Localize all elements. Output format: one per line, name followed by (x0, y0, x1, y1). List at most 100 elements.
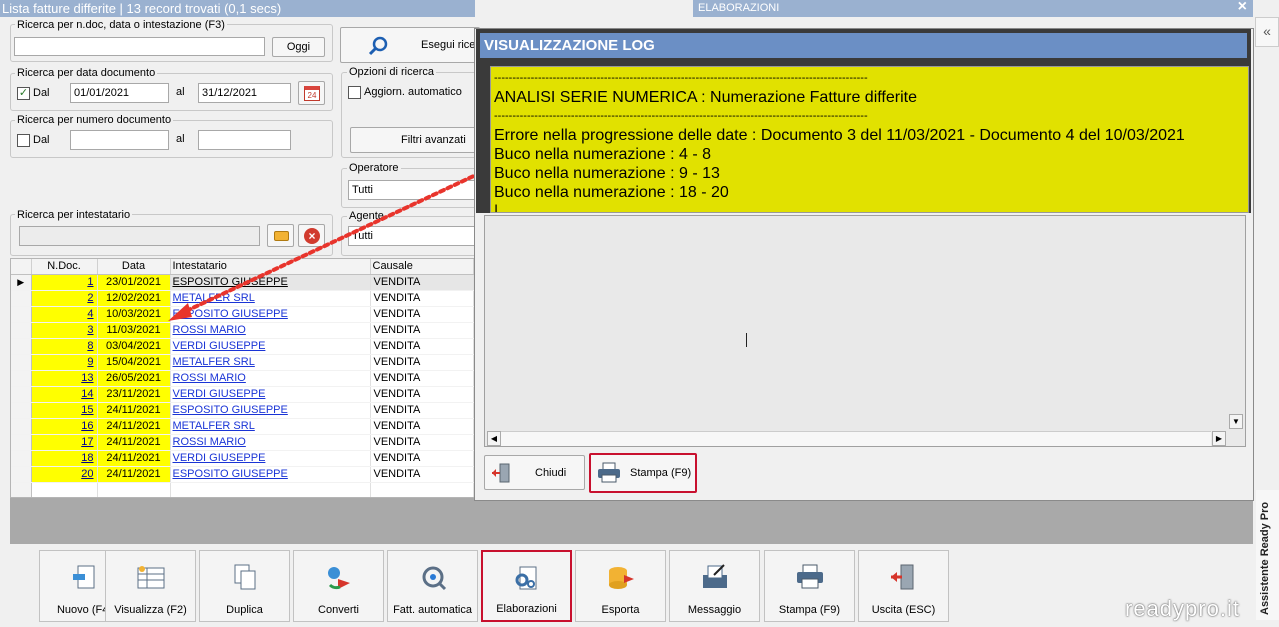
calendar-icon: 24 (304, 86, 320, 101)
cell-ndoc[interactable]: 15 (31, 402, 98, 419)
cell-data: 24/11/2021 (97, 402, 171, 419)
table-row[interactable]: 16 24/11/2021 METALFER SRL VENDITA (11, 418, 474, 435)
cell-intestatario[interactable]: ESPOSITO GIUSEPPE (170, 466, 371, 483)
cell-causale: VENDITA (370, 386, 474, 403)
ndoc-search-input[interactable] (14, 37, 265, 56)
stampa-log-button[interactable]: Stampa (F9) (589, 453, 697, 493)
convert-icon (327, 567, 350, 590)
export-icon (608, 567, 634, 589)
date-dal-checkbox[interactable]: ✓ (17, 87, 30, 100)
elaborazioni-title: ELABORAZIONI (698, 2, 780, 14)
cell-causale: VENDITA (370, 418, 474, 435)
cell-intestatario[interactable]: METALFER SRL (170, 354, 371, 371)
row-indicator (11, 370, 32, 387)
toolbar-button-label: Duplica (226, 604, 263, 616)
scroll-down-button[interactable]: ▼ (1229, 414, 1243, 429)
empty-row (11, 482, 474, 497)
cell-ndoc[interactable]: 14 (31, 386, 98, 403)
chiudi-label: Chiudi (535, 467, 567, 479)
oggi-button[interactable]: Oggi (272, 37, 325, 57)
filtri-avanzati-button[interactable]: Filtri avanzati (350, 127, 480, 153)
esegui-ricerca-label: Esegui ricer (421, 39, 480, 51)
log-line: Buco nella numerazione : 18 - 20 (494, 184, 729, 201)
number-search-label: Ricerca per numero documento (15, 114, 174, 126)
toolbar-button-duplica[interactable]: Duplica (199, 550, 290, 622)
elaborazioni-title-bar: ELABORAZIONI × (693, 0, 1253, 17)
cell-data: 24/11/2021 (97, 450, 171, 467)
scroll-right-button[interactable]: ▶ (1212, 431, 1226, 446)
table-row[interactable]: 20 24/11/2021 ESPOSITO GIUSEPPE VENDITA (11, 466, 474, 483)
grid-header-ndoc[interactable]: N.Doc. (31, 259, 98, 275)
cell-ndoc[interactable]: 2 (31, 290, 98, 307)
calendar-button[interactable]: 24 (298, 81, 325, 105)
esegui-ricerca-button[interactable]: Esegui ricer (340, 27, 480, 63)
horizontal-scrollbar[interactable] (501, 431, 1211, 446)
ndoc-search-label: Ricerca per n.doc, data o intestazione (… (15, 19, 227, 31)
row-indicator (11, 290, 32, 307)
date-al-label: al (176, 86, 185, 98)
cell-ndoc[interactable]: 8 (31, 338, 98, 355)
cell-ndoc[interactable]: 4 (31, 306, 98, 323)
toolbar-button-uscita-esc[interactable]: Uscita (ESC) (858, 550, 949, 622)
row-indicator (11, 402, 32, 419)
scroll-left-button[interactable]: ◀ (487, 431, 501, 446)
cell-causale: VENDITA (370, 402, 474, 419)
aggiorn-checkbox[interactable] (348, 86, 361, 99)
cell-intestatario[interactable]: METALFER SRL (170, 418, 371, 435)
cell-intestatario[interactable]: VERDI GIUSEPPE (170, 386, 371, 403)
chiudi-button[interactable]: Chiudi (484, 455, 585, 490)
elaborazioni-close-button[interactable]: × (1238, 0, 1247, 15)
number-from-input[interactable] (70, 130, 169, 150)
row-indicator (11, 450, 32, 467)
cell-intestatario[interactable]: ESPOSITO GIUSEPPE (170, 402, 371, 419)
search-icon (368, 36, 388, 56)
date-from-input[interactable]: 01/01/2021 (70, 83, 169, 103)
table-row[interactable]: 15 24/11/2021 ESPOSITO GIUSEPPE VENDITA (11, 402, 474, 419)
row-indicator: ▶ (11, 274, 32, 291)
cell-ndoc[interactable]: 1 (31, 274, 98, 291)
cell-intestatario[interactable]: ROSSI MARIO (170, 434, 371, 451)
cell-intestatario[interactable]: ROSSI MARIO (170, 370, 371, 387)
row-indicator (11, 386, 32, 403)
toolbar-button-messaggio[interactable]: Messaggio (669, 550, 760, 622)
table-row[interactable]: 13 26/05/2021 ROSSI MARIO VENDITA (11, 370, 474, 387)
cell-intestatario[interactable]: VERDI GIUSEPPE (170, 450, 371, 467)
cell-ndoc[interactable]: 18 (31, 450, 98, 467)
row-indicator (11, 354, 32, 371)
toolbar-button-fatt-automatica[interactable]: Fatt. automatica (387, 550, 478, 622)
toolbar-button-stampa-f9[interactable]: Stampa (F9) (764, 550, 855, 622)
log-text-area[interactable]: ----------------------------------------… (490, 66, 1249, 213)
number-al-label: al (176, 133, 185, 145)
printer-icon (796, 564, 823, 589)
log-line: ----------------------------------------… (494, 110, 868, 122)
side-panel-collapse-button[interactable]: « (1255, 17, 1279, 47)
cell-ndoc[interactable]: 20 (31, 466, 98, 483)
toolbar-button-label: Stampa (F9) (778, 604, 841, 616)
cell-ndoc[interactable]: 13 (31, 370, 98, 387)
cell-ndoc[interactable]: 17 (31, 434, 98, 451)
number-to-input[interactable] (198, 130, 291, 150)
assistant-side-tab[interactable]: Assistente Ready Pro (1256, 490, 1279, 620)
table-row[interactable]: 8 03/04/2021 VERDI GIUSEPPE VENDITA (11, 338, 474, 355)
cell-causale: VENDITA (370, 338, 474, 355)
toolbar-button-label: Uscita (ESC) (871, 604, 936, 616)
cell-ndoc[interactable]: 3 (31, 322, 98, 339)
toolbar-button-elaborazioni[interactable]: Elaborazioni (481, 550, 572, 622)
cell-causale: VENDITA (370, 370, 474, 387)
cell-data: 26/05/2021 (97, 370, 171, 387)
toolbar-button-esporta[interactable]: Esporta (575, 550, 666, 622)
aggiorn-label: Aggiorn. automatico (364, 86, 462, 98)
cell-intestatario[interactable]: VERDI GIUSEPPE (170, 338, 371, 355)
table-row[interactable]: 18 24/11/2021 VERDI GIUSEPPE VENDITA (11, 450, 474, 467)
cell-ndoc[interactable]: 9 (31, 354, 98, 371)
cell-ndoc[interactable]: 16 (31, 418, 98, 435)
toolbar-button-visualizza-f2[interactable]: Visualizza (F2) (105, 550, 196, 622)
message-icon (702, 564, 727, 588)
date-to-input[interactable]: 31/12/2021 (198, 83, 291, 103)
table-row[interactable]: 14 23/11/2021 VERDI GIUSEPPE VENDITA (11, 386, 474, 403)
cell-causale: VENDITA (370, 466, 474, 483)
table-row[interactable]: 9 15/04/2021 METALFER SRL VENDITA (11, 354, 474, 371)
number-dal-checkbox[interactable] (17, 134, 30, 147)
toolbar-button-converti[interactable]: Converti (293, 550, 384, 622)
table-row[interactable]: 17 24/11/2021 ROSSI MARIO VENDITA (11, 434, 474, 451)
